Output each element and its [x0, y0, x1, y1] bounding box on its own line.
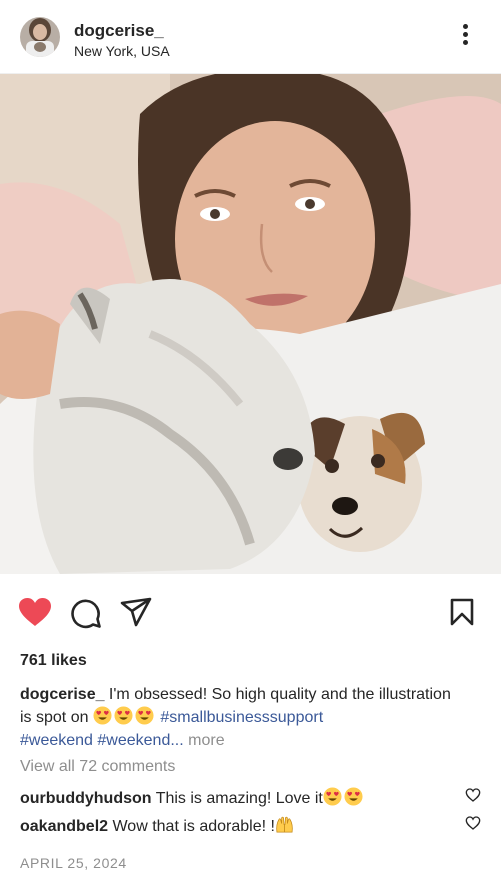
caption-username[interactable]: dogcerise_ — [20, 686, 104, 703]
avatar[interactable] — [20, 17, 60, 57]
comment-username[interactable]: oakandbel2 — [20, 818, 108, 835]
heart-eyes-emoji — [135, 706, 154, 725]
share-icon — [120, 597, 152, 627]
comment-like-button[interactable] — [465, 787, 481, 803]
post-image — [0, 74, 501, 574]
share-button[interactable] — [120, 597, 152, 627]
hashtag-link[interactable]: #smallbusinesssupport — [160, 709, 323, 726]
view-all-comments-link[interactable]: View all 72 comments — [20, 758, 175, 776]
comment-username[interactable]: ourbuddyhudson — [20, 790, 152, 807]
like-button[interactable] — [18, 597, 52, 627]
post-photo[interactable] — [0, 74, 501, 574]
comment-like-button[interactable] — [465, 815, 481, 831]
comment-item: oakandbel2 Wow that is adorable! ! — [20, 815, 450, 836]
comment-item: ourbuddyhudson This is amazing! Love it — [20, 787, 450, 808]
heart-eyes-emoji — [344, 787, 363, 806]
heart-eyes-emoji — [323, 787, 342, 806]
heart-eyes-emoji — [93, 706, 112, 725]
save-button[interactable] — [450, 598, 474, 626]
post-header: dogcerise_ New York, USA — [0, 0, 501, 74]
post-caption: dogcerise_ I'm obsessed! So high quality… — [20, 683, 460, 752]
comment-button[interactable] — [70, 597, 102, 629]
heart-outline-icon — [465, 816, 481, 830]
hashtag-link[interactable]: #weekend... — [97, 732, 183, 749]
more-options-button[interactable] — [452, 20, 478, 50]
more-vertical-icon — [463, 24, 468, 29]
comment-text: Wow that is adorable! ! — [112, 818, 275, 835]
username-link[interactable]: dogcerise_ — [74, 21, 164, 41]
likes-count[interactable]: 761 likes — [20, 652, 87, 670]
heart-outline-icon — [465, 788, 481, 802]
bookmark-icon — [450, 598, 474, 626]
action-bar — [0, 574, 501, 650]
hashtag-link[interactable]: #weekend — [20, 732, 93, 749]
comment-text: This is amazing! Love it — [155, 790, 323, 807]
comment-icon — [71, 599, 101, 629]
raising-hands-emoji — [275, 815, 294, 834]
heart-filled-icon — [19, 598, 51, 626]
post-date: APRIL 25, 2024 — [20, 855, 127, 871]
avatar-image — [20, 17, 60, 57]
location-link[interactable]: New York, USA — [74, 43, 170, 59]
heart-eyes-emoji — [114, 706, 133, 725]
more-link[interactable]: more — [188, 732, 224, 749]
